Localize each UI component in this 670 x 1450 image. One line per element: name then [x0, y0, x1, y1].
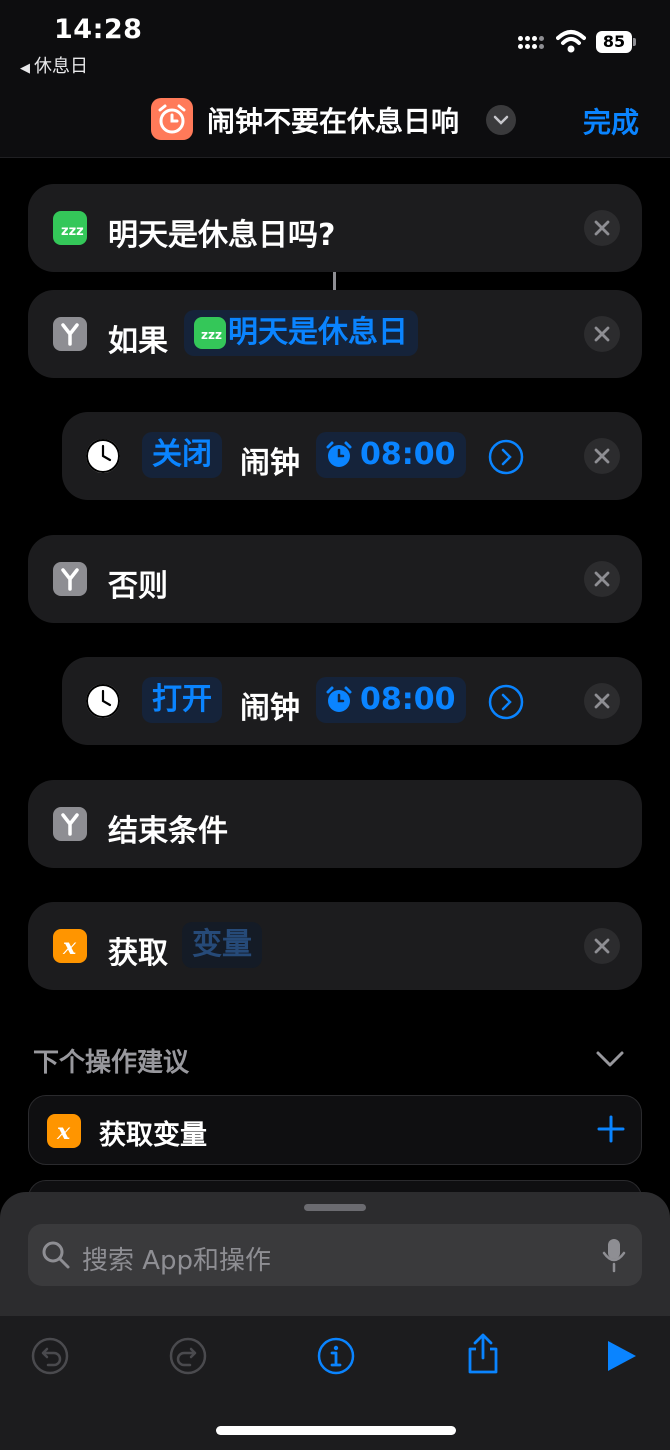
action-is-tomorrow-holiday[interactable]: zzz 明天是休息日吗? — [28, 184, 642, 272]
share-icon[interactable] — [463, 1332, 503, 1374]
branch-icon — [53, 807, 87, 841]
collapse-chevron-icon[interactable] — [594, 1046, 626, 1072]
suggestions-header: 下个操作建议 — [33, 1048, 190, 1078]
info-icon[interactable] — [316, 1336, 356, 1376]
alarm-state-token[interactable]: 关闭 — [142, 432, 222, 478]
wifi-icon — [556, 28, 586, 54]
svg-text:zzz: zzz — [61, 224, 84, 239]
shortcut-icon[interactable] — [151, 98, 193, 140]
battery-icon: 85 — [596, 31, 636, 53]
branch-icon — [53, 317, 87, 351]
clock-app-icon — [86, 439, 120, 473]
sleep-zzz-icon: zzz — [53, 211, 87, 245]
remove-action-icon[interactable] — [584, 683, 620, 719]
action-label: 明天是休息日吗? — [108, 218, 336, 253]
status-bar: 14:28 ◀ 休息日 85 — [0, 0, 670, 80]
alarm-clock-icon — [324, 685, 354, 715]
suggestion-label: 获取变量 — [99, 1120, 207, 1151]
alarm-time: 08:00 — [360, 682, 456, 717]
shortcut-title[interactable]: 闹钟不要在休息日响 — [207, 100, 459, 140]
cellular-signal-icon — [518, 32, 548, 52]
action-label: 否则 — [108, 569, 168, 604]
action-label: 获取 — [108, 936, 168, 971]
alarm-time-token[interactable]: 08:00 — [316, 677, 466, 723]
nav-bar: 闹钟不要在休息日响 完成 — [0, 80, 670, 158]
undo-icon[interactable] — [30, 1336, 70, 1376]
action-label: 闹钟 — [240, 691, 300, 726]
status-time: 14:28 — [54, 14, 143, 45]
action-turn-off-alarm[interactable]: 关闭 闹钟 08:00 — [62, 412, 642, 500]
clock-app-icon — [86, 684, 120, 718]
suggestion-get-variable[interactable]: x 获取变量 — [28, 1095, 642, 1165]
variable-x-icon: x — [53, 929, 87, 963]
back-triangle-icon: ◀ — [20, 61, 30, 76]
token-label: 明天是休息日 — [228, 315, 408, 350]
remove-action-icon[interactable] — [584, 438, 620, 474]
action-search-sheet: 搜索 App和操作 — [0, 1192, 670, 1450]
variable-token[interactable]: 变量 — [182, 922, 262, 968]
action-turn-on-alarm[interactable]: 打开 闹钟 08:00 — [62, 657, 642, 745]
expand-details-chevron-icon[interactable] — [488, 684, 524, 720]
back-app-label: 休息日 — [34, 56, 88, 77]
done-button[interactable]: 完成 — [583, 101, 639, 141]
action-label: 结束条件 — [108, 814, 228, 849]
action-get-variable[interactable]: x 获取 变量 — [28, 902, 642, 990]
branch-icon — [53, 562, 87, 596]
expand-details-chevron-icon[interactable] — [488, 439, 524, 475]
svg-text:x: x — [56, 1119, 71, 1145]
sheet-grabber[interactable] — [304, 1204, 366, 1211]
alarm-state-token[interactable]: 打开 — [142, 677, 222, 723]
alarm-time-token[interactable]: 08:00 — [316, 432, 466, 478]
home-indicator — [216, 1426, 456, 1435]
add-suggestion-plus-icon[interactable] — [597, 1115, 625, 1143]
condition-variable-token[interactable]: zzz 明天是休息日 — [184, 310, 418, 356]
search-placeholder: 搜索 App和操作 — [82, 1246, 272, 1276]
alarm-time: 08:00 — [360, 437, 456, 472]
search-field[interactable]: 搜索 App和操作 — [28, 1224, 642, 1286]
action-otherwise[interactable]: 否则 — [28, 535, 642, 623]
remove-action-icon[interactable] — [584, 561, 620, 597]
action-label: 闹钟 — [240, 446, 300, 481]
flow-connector — [333, 272, 336, 290]
remove-action-icon[interactable] — [584, 210, 620, 246]
action-end-if[interactable]: 结束条件 — [28, 780, 642, 868]
run-play-icon[interactable] — [602, 1336, 642, 1376]
sleep-zzz-icon: zzz — [194, 317, 226, 349]
variable-x-icon: x — [47, 1114, 81, 1148]
back-to-app-link[interactable]: ◀ 休息日 — [20, 52, 88, 78]
remove-action-icon[interactable] — [584, 928, 620, 964]
action-label: 如果 — [108, 324, 168, 359]
remove-action-icon[interactable] — [584, 316, 620, 352]
svg-text:x: x — [62, 934, 77, 960]
title-menu-chevron-icon[interactable] — [486, 105, 516, 135]
svg-text:zzz: zzz — [201, 328, 222, 342]
redo-icon[interactable] — [168, 1336, 208, 1376]
action-if[interactable]: 如果 zzz 明天是休息日 — [28, 290, 642, 378]
search-icon — [40, 1239, 72, 1271]
editor-toolbar — [0, 1316, 670, 1450]
alarm-clock-icon — [324, 440, 354, 470]
microphone-icon[interactable] — [602, 1237, 626, 1273]
